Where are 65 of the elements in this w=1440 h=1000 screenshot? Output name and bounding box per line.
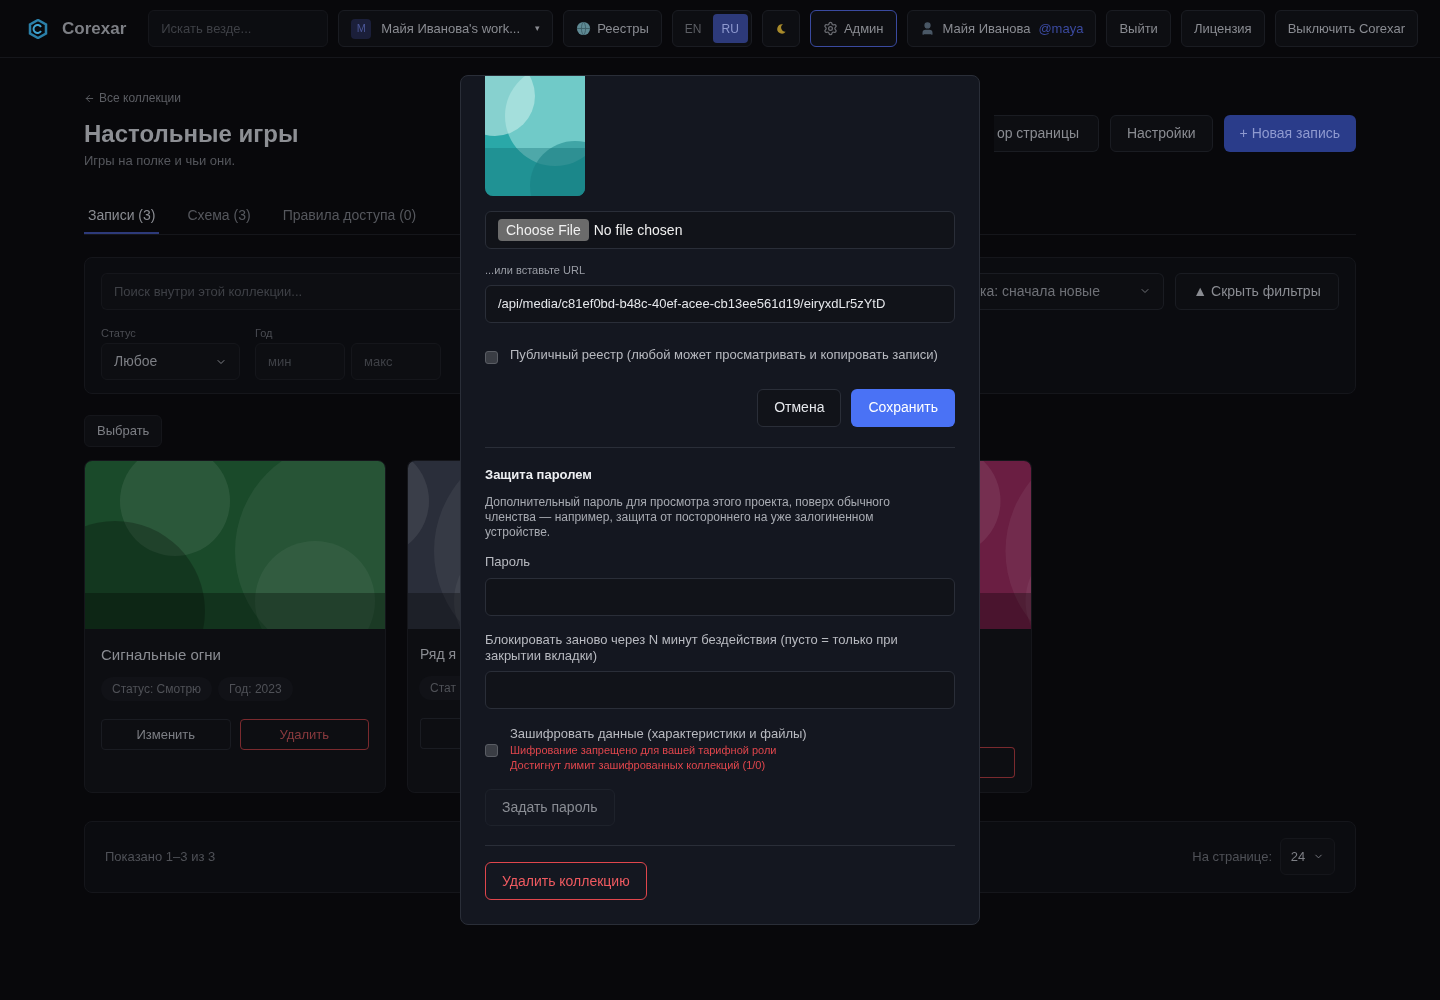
workspace-badge: M (351, 18, 372, 39)
section-title: Защита паролем (485, 465, 593, 484)
lock-minutes-field[interactable] (485, 670, 955, 709)
url-label: ...или вставьте URL (485, 263, 586, 278)
back-link[interactable]: Все коллекции (84, 89, 299, 107)
workspace-name: Майя Иванова's work... (381, 19, 521, 38)
error-message: Достигнут лимит зашифрованных коллекций (1/0) (510, 758, 767, 773)
page-title: Настольные игры (84, 119, 299, 149)
hide-filters-button[interactable]: ▲ Скрыть фильтры (1175, 272, 1339, 310)
header-button[interactable]: Лицензия (1180, 10, 1265, 47)
tab[interactable]: Схема (3) (183, 198, 255, 234)
action-button[interactable]: + Новая запись (1223, 115, 1356, 152)
action-button[interactable]: ор страницы (993, 115, 1099, 152)
field-label: Пароль (485, 553, 532, 571)
select-button[interactable]: Выбрать (84, 414, 163, 447)
cancel-button[interactable]: Отмена (757, 388, 842, 427)
field-label: Статус (101, 325, 137, 341)
header-button[interactable]: Выключить Corexar (1274, 10, 1419, 47)
checkbox[interactable] (485, 350, 498, 364)
card-tag: Год: 2023 (218, 677, 293, 701)
card-title: Сигнальные огни (101, 644, 222, 665)
user-icon (919, 21, 935, 36)
per-page-select[interactable]: 24 (1280, 838, 1335, 875)
status-select[interactable]: Любое (101, 343, 240, 380)
edit-button[interactable]: Изменить (101, 719, 231, 750)
file-status: No file chosen (593, 220, 683, 240)
workspace-select[interactable]: M Майя Иванова's work... ▾ (338, 10, 554, 47)
header-button[interactable]: Выйти (1106, 10, 1171, 47)
theme-toggle[interactable] (761, 10, 800, 47)
action-button[interactable]: Настройки (1109, 115, 1213, 152)
user-name: Майя Иванова (942, 19, 1031, 38)
file-input[interactable]: Choose File No file chosen (485, 211, 955, 249)
results-count: Показано 1–3 из 3 (105, 847, 216, 866)
gear-icon (822, 21, 838, 36)
password-field[interactable] (485, 577, 955, 616)
tab[interactable]: Правила доступа (0) (278, 198, 421, 234)
caret-icon: ▾ (535, 21, 541, 36)
per-page-label: На странице: (1192, 847, 1272, 866)
checkbox-label: Зашифровать данные (характеристики и файлы) (510, 724, 807, 743)
registries-button[interactable]: Реестры (563, 10, 662, 47)
logo-icon (28, 18, 48, 39)
checkbox[interactable] (485, 743, 498, 757)
tab[interactable]: Записи (3) (84, 198, 160, 234)
user-handle: @maya (1038, 19, 1084, 38)
admin-button[interactable]: Админ (809, 10, 897, 47)
globe-icon (576, 21, 592, 36)
card-tag: Статус: Смотрю (101, 677, 213, 701)
section-description: Дополнительный пароль для просмотра этого проекта, поверх обычного членства — например, защита от постороннего на уже залогиненном устройстве. (485, 495, 891, 540)
card-tag: Стат (419, 675, 460, 700)
language-option[interactable]: RU (712, 14, 748, 43)
url-field[interactable]: /api/media/c81ef0bd-b48c-40ef-acee-cb13ee561d19/eiryxdLr5zYtD (485, 284, 955, 323)
user-chip[interactable]: Майя Иванова @maya (906, 10, 1097, 47)
save-button[interactable]: Сохранить (851, 388, 955, 427)
arrow-left-icon (84, 92, 95, 104)
checkbox-label: Публичный реестр (любой может просматривать и копировать записи) (510, 347, 938, 363)
field-label: Год (255, 325, 274, 341)
language-option[interactable]: EN (675, 14, 711, 43)
page-subtitle: Игры на полке и чьи они. (84, 152, 237, 170)
card-title: Ряд я (420, 644, 457, 664)
sort-select[interactable]: ка: сначала новые (980, 272, 1164, 310)
error-message: Шифрование запрещено для вашей тарифной роли (510, 743, 778, 758)
field-label: Блокировать заново через N минут бездействия (пусто = только при закрытии вкладки) (485, 631, 899, 664)
delete-collection-button[interactable]: Удалить коллекцию (485, 862, 647, 900)
brand-name: Corexar (62, 17, 127, 40)
choose-file-button[interactable]: Choose File (498, 219, 589, 241)
